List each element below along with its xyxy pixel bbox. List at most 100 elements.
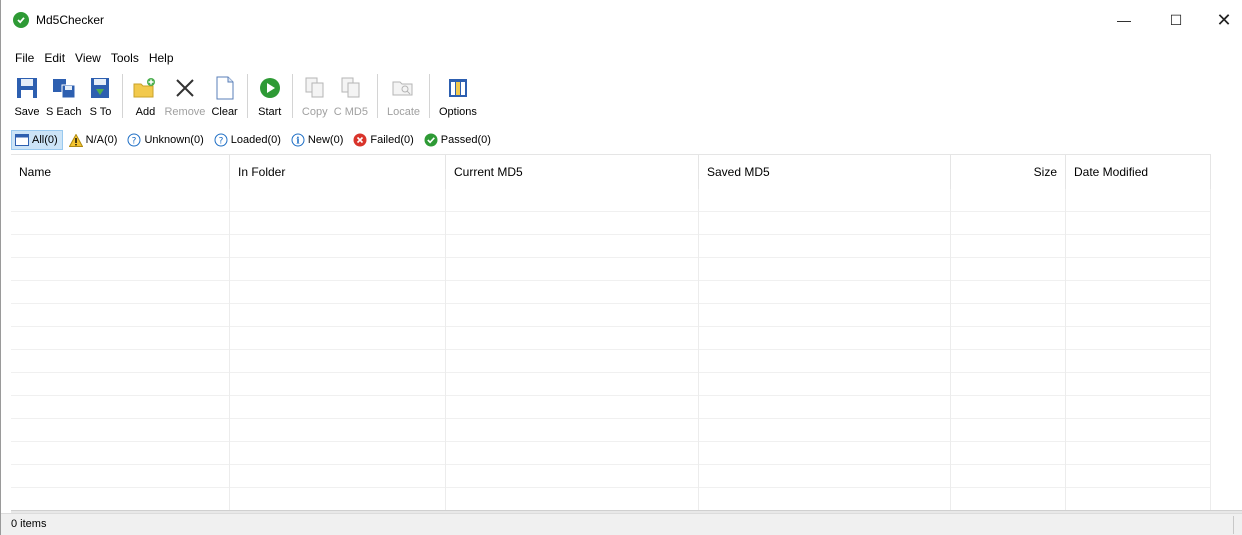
copy-md5-label: C MD5 — [333, 106, 368, 118]
filter-all[interactable]: All(0) — [11, 130, 63, 150]
filter-failed-label: Failed(0) — [370, 134, 414, 146]
svg-text:?: ? — [218, 137, 223, 147]
empty-grid-row — [11, 258, 1211, 281]
app-window: Md5Checker — ☐ ✕ File Edit View Tools He… — [0, 0, 1242, 535]
info-icon: i — [291, 133, 305, 147]
multiple-floppy-icon — [51, 74, 77, 102]
empty-grid-row — [11, 212, 1211, 235]
error-icon — [353, 133, 367, 147]
list-header: Name In Folder Current MD5 Saved MD5 Siz… — [11, 155, 1211, 189]
column-header-in-folder[interactable]: In Folder — [230, 155, 446, 189]
warning-icon — [68, 133, 83, 147]
window-title: Md5Checker — [36, 13, 105, 27]
vertical-scroll-area — [1211, 154, 1242, 510]
column-header-saved-md5[interactable]: Saved MD5 — [699, 155, 951, 189]
minimize-button[interactable]: — — [1101, 0, 1147, 40]
item-count: 0 items — [11, 518, 47, 530]
list-window-icon — [15, 133, 29, 147]
start-button[interactable]: Start — [254, 72, 286, 126]
empty-grid-row — [11, 304, 1211, 327]
copy-label: Copy — [301, 106, 328, 118]
column-header-name[interactable]: Name — [11, 155, 230, 189]
start-label: Start — [258, 106, 282, 118]
filter-unknown[interactable]: ? Unknown(0) — [124, 130, 207, 150]
options-label: Options — [439, 106, 477, 118]
toolbar-separator — [291, 74, 293, 118]
filter-failed[interactable]: Failed(0) — [350, 130, 417, 150]
status-divider — [1233, 516, 1234, 534]
filter-new[interactable]: i New(0) — [288, 130, 347, 150]
file-list[interactable]: Name In Folder Current MD5 Saved MD5 Siz… — [11, 154, 1211, 510]
filter-na[interactable]: N/A(0) — [66, 130, 122, 150]
menu-tools[interactable]: Tools — [106, 48, 144, 68]
filter-passed[interactable]: Passed(0) — [421, 130, 495, 150]
empty-grid-row — [11, 327, 1211, 350]
loaded-icon: ? — [214, 133, 228, 147]
empty-grid-row — [11, 419, 1211, 442]
close-button[interactable]: ✕ — [1201, 0, 1242, 40]
save-each-button[interactable]: S Each — [43, 72, 84, 126]
floppy-arrow-icon — [87, 74, 113, 102]
clear-button[interactable]: Clear — [208, 72, 240, 126]
toolbar-separator — [429, 74, 430, 118]
menu-file[interactable]: File — [10, 48, 39, 68]
save-each-label: S Each — [46, 106, 82, 118]
empty-grid-row — [11, 465, 1211, 488]
copy-md5-button[interactable]: C MD5 — [331, 72, 371, 126]
empty-grid-row — [11, 442, 1211, 465]
column-header-date-modified[interactable]: Date Modified — [1066, 155, 1211, 189]
options-button[interactable]: Options — [436, 72, 480, 126]
locate-label: Locate — [386, 106, 420, 118]
filter-passed-label: Passed(0) — [440, 134, 491, 146]
remove-button[interactable]: Remove — [161, 72, 208, 126]
maximize-button[interactable]: ☐ — [1153, 0, 1199, 40]
play-icon — [257, 74, 283, 102]
empty-grid-row — [11, 396, 1211, 419]
filter-new-label: New(0) — [307, 134, 344, 146]
empty-grid-row — [11, 189, 1211, 212]
list-body — [11, 189, 1211, 510]
clear-label: Clear — [211, 106, 238, 118]
column-header-size[interactable]: Size — [951, 155, 1066, 189]
floppy-disk-icon — [14, 74, 40, 102]
options-icon — [445, 74, 471, 102]
save-label: Save — [14, 106, 40, 118]
filter-all-label: All(0) — [32, 134, 58, 146]
add-label: Add — [135, 106, 156, 118]
remove-label: Remove — [164, 106, 206, 118]
filter-loaded[interactable]: ? Loaded(0) — [211, 130, 285, 150]
empty-grid-row — [11, 373, 1211, 396]
filter-bar: All(0) N/A(0) ? Unknown(0) ? Loaded(0) i… — [11, 129, 498, 151]
blank-page-icon — [212, 74, 238, 102]
copy-icon — [302, 74, 328, 102]
copy-md5-icon — [338, 74, 364, 102]
app-check-icon — [13, 12, 29, 28]
toolbar-separator — [246, 74, 248, 118]
menu-bar: File Edit View Tools Help — [1, 48, 179, 68]
save-to-label: S To — [89, 106, 112, 118]
add-button[interactable]: Add — [129, 72, 161, 126]
remove-x-icon — [172, 74, 198, 102]
save-to-button[interactable]: S To — [84, 72, 116, 126]
empty-grid-row — [11, 488, 1211, 510]
question-icon: ? — [127, 133, 141, 147]
menu-help[interactable]: Help — [144, 48, 179, 68]
copy-button[interactable]: Copy — [299, 72, 331, 126]
menu-view[interactable]: View — [70, 48, 106, 68]
empty-grid-row — [11, 281, 1211, 304]
filter-loaded-label: Loaded(0) — [230, 134, 281, 146]
status-bar: 0 items — [1, 513, 1242, 535]
filter-unknown-label: Unknown(0) — [144, 134, 204, 146]
svg-text:i: i — [296, 137, 300, 147]
svg-text:?: ? — [132, 137, 137, 147]
toolbar-separator — [376, 74, 378, 118]
locate-button[interactable]: Locate — [384, 72, 423, 126]
menu-edit[interactable]: Edit — [39, 48, 70, 68]
save-button[interactable]: Save — [11, 72, 43, 126]
empty-grid-row — [11, 350, 1211, 373]
filter-na-label: N/A(0) — [85, 134, 118, 146]
column-header-current-md5[interactable]: Current MD5 — [446, 155, 699, 189]
folder-add-icon — [132, 74, 158, 102]
toolbar: Save S Each S To Add Remove Clear Start … — [1, 72, 1242, 126]
title-bar: Md5Checker — ☐ ✕ — [1, 0, 1242, 40]
